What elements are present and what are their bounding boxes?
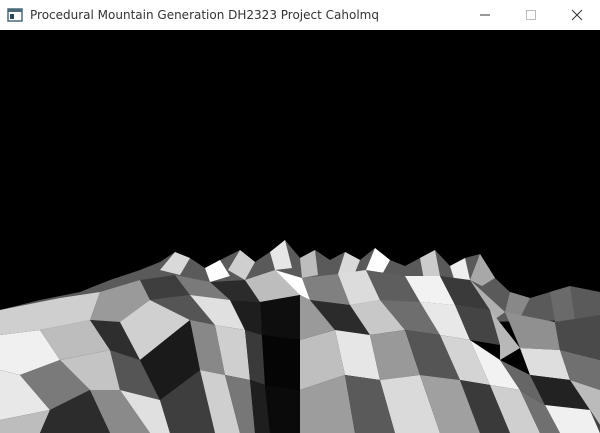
title-bar[interactable]: Procedural Mountain Generation DH2323 Pr…: [0, 0, 600, 30]
close-button[interactable]: [554, 0, 600, 30]
minimize-icon: [480, 14, 490, 16]
render-viewport[interactable]: [0, 30, 600, 433]
terrain-render: [0, 30, 600, 433]
minimize-button[interactable]: [462, 0, 508, 30]
window-controls: [462, 0, 600, 30]
window-title: Procedural Mountain Generation DH2323 Pr…: [30, 8, 379, 22]
app-window: Procedural Mountain Generation DH2323 Pr…: [0, 0, 600, 433]
close-icon: [571, 9, 583, 21]
app-window-icon: [7, 8, 23, 22]
maximize-icon: [526, 10, 536, 20]
maximize-button[interactable]: [508, 0, 554, 30]
